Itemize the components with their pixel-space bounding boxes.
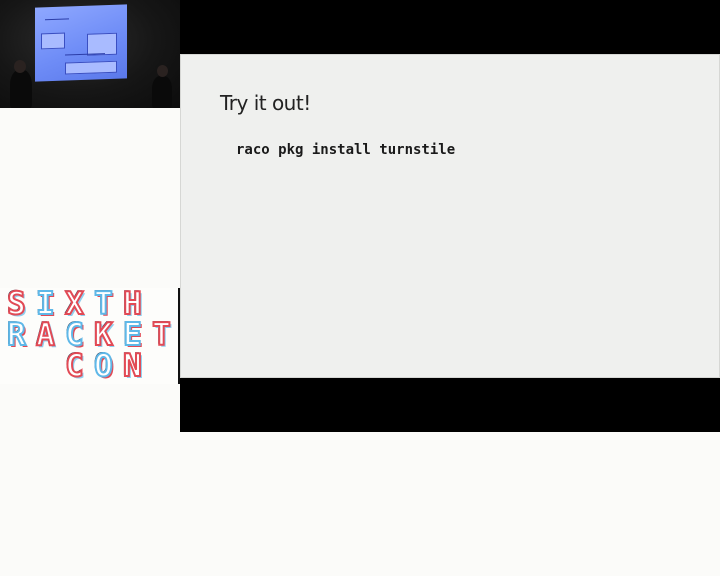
logo-line-3: CON bbox=[60, 348, 147, 384]
logo-letter: O bbox=[93, 348, 114, 384]
logo-letter: R bbox=[6, 317, 27, 353]
logo-letter: I bbox=[35, 286, 56, 322]
slide: Try it out! raco pkg install turnstile bbox=[180, 54, 720, 378]
slide-code-command: raco pkg install turnstile bbox=[236, 142, 456, 158]
logo-letter: N bbox=[122, 348, 143, 384]
camera-screen-box bbox=[65, 60, 117, 75]
logo-line-2: RACKET bbox=[2, 317, 176, 353]
logo-letter: E bbox=[122, 317, 143, 353]
logo-letter: C bbox=[64, 348, 85, 384]
logo-line-1: SIXTH bbox=[2, 286, 147, 322]
camera-speaker-right-head bbox=[157, 65, 168, 77]
slide-title: Try it out! bbox=[220, 91, 311, 115]
logo-letter: S bbox=[6, 286, 27, 322]
camera-speaker-left-head bbox=[14, 60, 26, 73]
logo-letter: X bbox=[64, 286, 85, 322]
camera-projector-screen bbox=[35, 4, 127, 82]
camera-feed bbox=[0, 0, 180, 108]
logo-letter: T bbox=[151, 317, 172, 353]
logo-letter: K bbox=[93, 317, 114, 353]
logo-letter: A bbox=[35, 317, 56, 353]
camera-speaker-right bbox=[152, 76, 172, 108]
camera-speaker-left bbox=[10, 70, 32, 108]
logo-letter: C bbox=[64, 317, 85, 353]
logo-letter: T bbox=[93, 286, 114, 322]
logo-letter: H bbox=[122, 286, 143, 322]
slide-frame: Try it out! raco pkg install turnstile bbox=[180, 0, 720, 432]
camera-screen-box bbox=[41, 32, 65, 50]
conference-logo: SIXTH RACKET CON bbox=[0, 288, 180, 384]
camera-screen-line bbox=[45, 18, 69, 21]
